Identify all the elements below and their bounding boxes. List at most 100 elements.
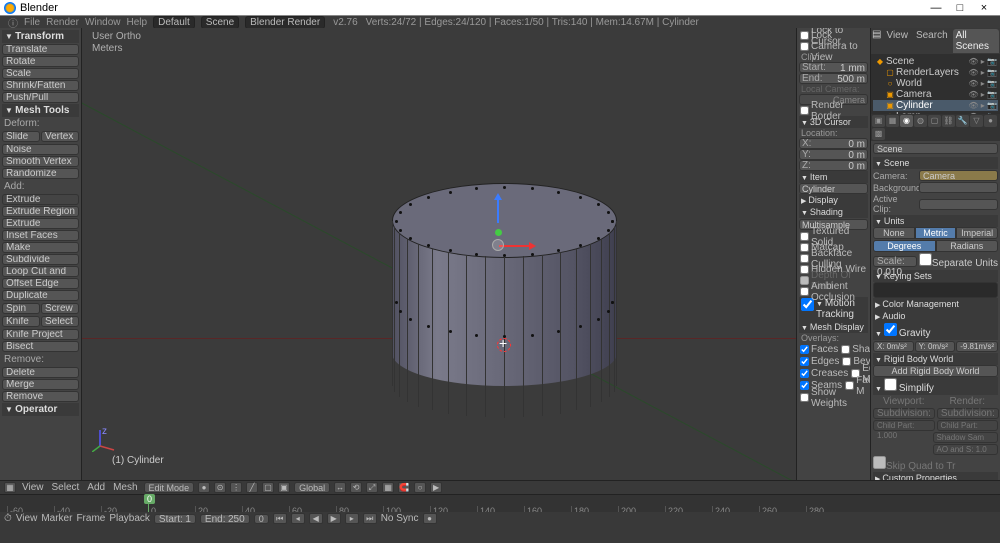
maximize-button[interactable]: □ bbox=[948, 2, 972, 14]
timeline-view-menu[interactable]: View bbox=[16, 513, 38, 524]
cursor-z-field[interactable]: Z:0 m bbox=[799, 160, 868, 171]
units-metric-button[interactable]: Metric bbox=[915, 227, 957, 239]
end-frame-field[interactable]: End: 250 bbox=[200, 514, 250, 524]
mesh-display-header[interactable]: Mesh Display bbox=[799, 321, 868, 333]
translate-button[interactable]: Translate bbox=[2, 44, 79, 55]
object-tab[interactable]: ▢ bbox=[928, 115, 941, 127]
unit-scale-field[interactable]: Scale:0.010 bbox=[873, 256, 917, 267]
play-icon[interactable]: ▶ bbox=[327, 513, 341, 524]
rigid-body-header[interactable]: Rigid Body World bbox=[873, 353, 998, 365]
lock-cursor-checkbox[interactable] bbox=[800, 31, 809, 40]
knife-project-button[interactable]: Knife Project bbox=[2, 329, 79, 340]
background-field[interactable] bbox=[919, 182, 998, 193]
backface-checkbox[interactable] bbox=[800, 254, 809, 263]
duplicate-button[interactable]: Duplicate bbox=[2, 290, 79, 301]
texture-tab[interactable]: ▩ bbox=[872, 128, 885, 140]
data-tab[interactable]: ▽ bbox=[970, 115, 983, 127]
timeline-frame-menu[interactable]: Frame bbox=[76, 513, 105, 524]
clip-end-field[interactable]: End:500 m bbox=[799, 73, 868, 84]
gravity-header[interactable]: Gravity bbox=[873, 322, 998, 340]
limit-selection-icon[interactable]: ▣ bbox=[278, 482, 290, 493]
add-rigid-body-button[interactable]: Add Rigid Body World bbox=[873, 365, 998, 377]
edges-checkbox[interactable] bbox=[800, 357, 809, 366]
outliner-item[interactable]: ▣Camera👁 ▸ 📷 bbox=[873, 89, 998, 100]
keying-set-list[interactable] bbox=[873, 282, 998, 298]
rotate-button[interactable]: Rotate bbox=[2, 56, 79, 67]
x-axis-arrow[interactable] bbox=[499, 245, 534, 247]
viewport-shading-dropdown[interactable]: ● bbox=[198, 482, 210, 493]
show-weights-checkbox[interactable] bbox=[800, 393, 809, 402]
y-axis-handle[interactable] bbox=[495, 229, 502, 236]
bisect-button[interactable]: Bisect bbox=[2, 341, 79, 352]
close-button[interactable]: × bbox=[972, 2, 996, 14]
orientation-dropdown[interactable]: Global bbox=[294, 482, 330, 493]
operator-header[interactable]: Operator bbox=[2, 403, 79, 416]
outliner-search-menu[interactable]: Search bbox=[913, 29, 951, 53]
shrink-fatten-button[interactable]: Shrink/Fatten bbox=[2, 80, 79, 91]
start-frame-field[interactable]: Start: 1 bbox=[154, 514, 196, 524]
manipulator-rotate-icon[interactable]: ⟲ bbox=[350, 482, 362, 493]
keyframe-next-icon[interactable]: ▸ bbox=[345, 513, 359, 524]
timeline-marker-menu[interactable]: Marker bbox=[41, 513, 72, 524]
3d-viewport[interactable]: User Ortho Meters z (1) Cylinder bbox=[82, 28, 796, 480]
menu-help[interactable]: Help bbox=[127, 17, 148, 28]
auto-keyframe-icon[interactable]: ● bbox=[423, 513, 437, 524]
outliner-item[interactable]: ▣Cylinder👁 ▸ 📷 bbox=[873, 100, 998, 111]
item-name-field[interactable]: Cylinder bbox=[799, 183, 868, 194]
current-frame-field[interactable]: 0 bbox=[254, 514, 269, 524]
radians-button[interactable]: Radians bbox=[936, 240, 999, 252]
select-menu[interactable]: Select bbox=[50, 482, 82, 493]
render-border-checkbox[interactable] bbox=[800, 106, 809, 115]
screw-button[interactable]: Screw bbox=[41, 303, 79, 314]
gravity-y-field[interactable]: Y: 0m/s² bbox=[915, 341, 956, 352]
merge-button[interactable]: Merge bbox=[2, 379, 79, 390]
keying-sets-header[interactable]: Keying Sets bbox=[873, 270, 998, 282]
outliner-item[interactable]: ○World👁 ▸ 📷 bbox=[873, 78, 998, 89]
gravity-z-field[interactable]: -9.81m/s² bbox=[956, 341, 998, 352]
spin-button[interactable]: Spin bbox=[2, 303, 40, 314]
edge-select-icon[interactable]: ╱ bbox=[246, 482, 258, 493]
remove-doubles-button[interactable]: Remove Doubles bbox=[2, 391, 79, 402]
material-tab[interactable]: ● bbox=[984, 115, 997, 127]
timeline-editor-type[interactable]: ⏱ bbox=[4, 513, 12, 524]
inset-faces-button[interactable]: Inset Faces bbox=[2, 230, 79, 241]
clip-start-field[interactable]: Start:1 mm bbox=[799, 62, 868, 73]
engine-dropdown[interactable]: Blender Render bbox=[245, 16, 325, 29]
textured-solid-checkbox[interactable] bbox=[800, 232, 809, 241]
screen-layout-field[interactable]: Default bbox=[153, 16, 195, 29]
subdivide-button[interactable]: Subdivide bbox=[2, 254, 79, 265]
display-header[interactable]: Display bbox=[799, 194, 868, 206]
render-tab[interactable]: ▣ bbox=[872, 115, 885, 127]
extrude-region-button[interactable]: Extrude Region bbox=[2, 206, 79, 217]
camera-field[interactable]: Camera bbox=[919, 170, 998, 181]
delete-button[interactable]: Delete bbox=[2, 367, 79, 378]
separate-units-checkbox[interactable] bbox=[919, 253, 932, 266]
item-header[interactable]: Item bbox=[799, 171, 868, 183]
noise-button[interactable]: Noise bbox=[2, 144, 79, 155]
loop-cut-button[interactable]: Loop Cut and Slide bbox=[2, 266, 79, 277]
manipulator-center[interactable] bbox=[492, 239, 504, 251]
knife-button[interactable]: Knife bbox=[2, 316, 40, 327]
vertex-slide-button[interactable]: Vertex bbox=[41, 131, 79, 142]
gravity-x-field[interactable]: X: 0m/s² bbox=[873, 341, 914, 352]
proportional-edit-icon[interactable]: ○ bbox=[414, 482, 426, 493]
scene-field[interactable]: Scene bbox=[201, 16, 239, 29]
active-clip-field[interactable] bbox=[919, 199, 998, 210]
bevel-checkbox[interactable] bbox=[842, 357, 851, 366]
outliner[interactable]: ◆Scene👁 ▸ 📷▢RenderLayers👁 ▸ 📷○World👁 ▸ 📷… bbox=[871, 54, 1000, 114]
knife-select-button[interactable]: Select bbox=[41, 316, 79, 327]
cursor-y-field[interactable]: Y:0 m bbox=[799, 149, 868, 160]
add-menu[interactable]: Add bbox=[85, 482, 107, 493]
scene-panel-header[interactable]: Scene bbox=[873, 157, 998, 169]
extrude-individual-button[interactable]: Extrude Individual bbox=[2, 218, 79, 229]
play-reverse-icon[interactable]: ◀ bbox=[309, 513, 323, 524]
hidden-wire-checkbox[interactable] bbox=[800, 265, 809, 274]
jump-start-icon[interactable]: ⏮ bbox=[273, 513, 287, 524]
timeline-cursor[interactable] bbox=[148, 495, 149, 512]
offset-edge-slide-button[interactable]: Offset Edge Slide bbox=[2, 278, 79, 289]
make-edge-face-button[interactable]: Make Edge/Face bbox=[2, 242, 79, 253]
outliner-icon[interactable]: ▤ bbox=[872, 29, 881, 53]
render-preview-icon[interactable]: ▶ bbox=[430, 482, 442, 493]
units-none-button[interactable]: None bbox=[873, 227, 915, 239]
menu-file[interactable]: File bbox=[24, 17, 40, 28]
